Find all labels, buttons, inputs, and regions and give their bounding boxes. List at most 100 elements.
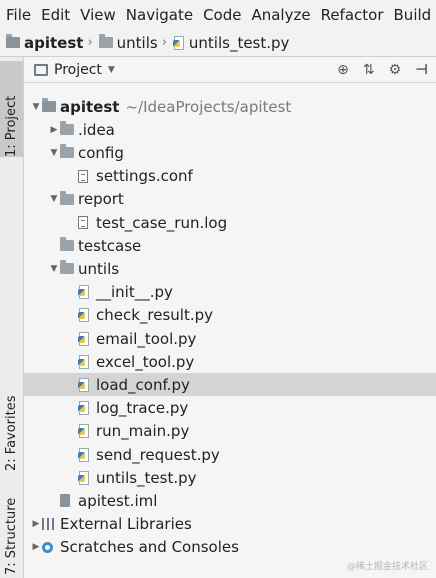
tree-item-label: apitest xyxy=(60,97,120,116)
expand-arrow-icon[interactable]: ▼ xyxy=(30,102,42,112)
target-icon[interactable]: ⊕ xyxy=(337,62,349,78)
tree-row[interactable]: run_main.py xyxy=(24,420,436,443)
python-file-icon xyxy=(78,401,95,416)
tree-item-label: log_trace.py xyxy=(96,399,189,418)
expand-arrow-icon[interactable]: ▼ xyxy=(48,148,60,158)
tree-item-label: test_case_run.log xyxy=(96,213,228,232)
tree-row[interactable]: check_result.py xyxy=(24,304,436,327)
scratches-icon xyxy=(42,541,59,553)
tree-row[interactable]: __init__.py xyxy=(24,281,436,304)
external-libraries-icon xyxy=(42,518,59,531)
menu-analyze[interactable]: Analyze xyxy=(245,6,310,24)
python-file-icon xyxy=(78,308,95,323)
iml-file-icon xyxy=(60,494,77,508)
collapse-arrow-icon[interactable]: ▶ xyxy=(48,125,60,135)
tree-item-label: .idea xyxy=(78,120,115,139)
tree-row[interactable]: log_trace.py xyxy=(24,397,436,420)
python-file-icon xyxy=(172,35,185,50)
tree-item-label: config xyxy=(78,143,124,162)
tree-row[interactable]: load_conf.py xyxy=(24,373,436,397)
folder-icon xyxy=(98,34,113,48)
tab-structure[interactable]: 7: Structure xyxy=(0,489,23,575)
tree-row[interactable]: email_tool.py xyxy=(24,327,436,350)
tool-window-strip: 1: Project 2: Favorites 7: Structure xyxy=(0,57,24,578)
gear-icon[interactable]: ⚙ xyxy=(389,62,402,78)
breadcrumb-label: untils_test.py xyxy=(188,33,290,52)
menu-refactor[interactable]: Refactor xyxy=(315,6,384,24)
menu-view[interactable]: View xyxy=(74,6,116,24)
breadcrumb-label: apitest xyxy=(24,33,84,52)
folder-icon xyxy=(60,190,77,205)
folder-icon xyxy=(60,144,77,159)
tree-item-label: External Libraries xyxy=(60,515,192,534)
tab-structure-label: 7: Structure xyxy=(4,497,19,575)
tree-item-label: untils_test.py xyxy=(96,468,197,487)
tree-row[interactable]: apitest.iml xyxy=(24,489,436,512)
folder-root-icon xyxy=(42,98,59,112)
tree-row[interactable]: ▶ .idea xyxy=(24,118,436,141)
tree-item-label: untils xyxy=(78,259,120,278)
python-file-icon xyxy=(78,377,95,392)
tree-item-label: __init__.py xyxy=(96,283,173,302)
breadcrumb-item-file[interactable]: untils_test.py xyxy=(167,33,290,52)
tree-row[interactable]: test_case_run.log xyxy=(24,211,436,234)
tree-item-path: ~/IdeaProjects/apitest xyxy=(125,97,292,116)
menu-build[interactable]: Build xyxy=(388,6,432,24)
tree-row[interactable]: excel_tool.py xyxy=(24,350,436,373)
breadcrumb-label: untils xyxy=(116,33,158,52)
tree-item-label: apitest.iml xyxy=(78,491,158,510)
collapse-icon[interactable]: ⇅ xyxy=(363,62,375,78)
tab-project-label: 1: Project xyxy=(4,95,19,157)
text-file-icon xyxy=(78,169,95,183)
tree-row[interactable]: ▼ config xyxy=(24,141,436,164)
python-file-icon xyxy=(78,331,95,346)
tree-item-label: report xyxy=(78,190,124,209)
menu-edit[interactable]: Edit xyxy=(35,6,70,24)
text-file-icon xyxy=(78,216,95,229)
tree-row[interactable]: testcase xyxy=(24,234,436,257)
folder-icon xyxy=(60,121,77,136)
tab-project[interactable]: 1: Project xyxy=(0,61,23,157)
tree-row[interactable]: ▶ Scratches and Consoles xyxy=(24,536,436,559)
chevron-down-icon[interactable]: ▼ xyxy=(108,65,115,75)
tree-item-label: testcase xyxy=(78,236,142,255)
tree-item-label: check_result.py xyxy=(96,306,214,325)
menu-code[interactable]: Code xyxy=(197,6,241,24)
collapse-arrow-icon[interactable]: ▶ xyxy=(30,519,42,529)
folder-icon xyxy=(60,237,77,252)
tab-favorites-label: 2: Favorites xyxy=(4,395,19,471)
menu-navigate[interactable]: Navigate xyxy=(120,6,193,24)
tree-item-label: Scratches and Consoles xyxy=(60,538,239,557)
python-file-icon xyxy=(78,424,95,439)
python-file-icon xyxy=(78,285,95,300)
tree-row[interactable]: ▼ untils xyxy=(24,257,436,280)
tree-row[interactable]: settings.conf xyxy=(24,165,436,188)
expand-arrow-icon[interactable]: ▼ xyxy=(48,194,60,204)
expand-arrow-icon[interactable]: ▼ xyxy=(48,264,60,274)
breadcrumb: apitest › untils › untils_test.py xyxy=(0,29,436,57)
folder-root-icon xyxy=(6,34,20,48)
breadcrumb-item-folder[interactable]: untils › xyxy=(93,34,167,52)
watermark: @稀土掘金技术社区 xyxy=(346,562,428,572)
menu-file[interactable]: File xyxy=(0,6,31,24)
folder-icon xyxy=(60,260,77,275)
panel-header: Project ▼ ⊕ ⇅ ⚙ ⊣ xyxy=(24,57,436,83)
collapse-arrow-icon[interactable]: ▶ xyxy=(30,542,42,552)
python-file-icon xyxy=(78,447,95,462)
tree-row[interactable]: ▼ report xyxy=(24,188,436,211)
menu-bar: File Edit View Navigate Code Analyze Ref… xyxy=(0,0,436,30)
tree-row[interactable]: ▼ apitest ~/IdeaProjects/apitest xyxy=(24,95,436,118)
tab-favorites[interactable]: 2: Favorites xyxy=(0,375,23,471)
hide-icon[interactable]: ⊣ xyxy=(415,62,428,78)
tree-row[interactable]: untils_test.py xyxy=(24,466,436,489)
tree-item-label: load_conf.py xyxy=(96,375,190,394)
project-icon xyxy=(34,63,48,76)
tree-row[interactable]: send_request.py xyxy=(24,443,436,466)
panel-title[interactable]: Project xyxy=(54,62,102,78)
tree-row[interactable]: ▶ External Libraries xyxy=(24,513,436,536)
breadcrumb-item-project[interactable]: apitest › xyxy=(0,34,93,52)
python-file-icon xyxy=(78,354,95,369)
tree-item-label: email_tool.py xyxy=(96,329,197,348)
panel-toolbar: ⊕ ⇅ ⚙ ⊣ xyxy=(337,57,428,82)
project-panel: Project ▼ ⊕ ⇅ ⚙ ⊣ ▼ apitest ~/IdeaProjects… xyxy=(24,57,436,578)
